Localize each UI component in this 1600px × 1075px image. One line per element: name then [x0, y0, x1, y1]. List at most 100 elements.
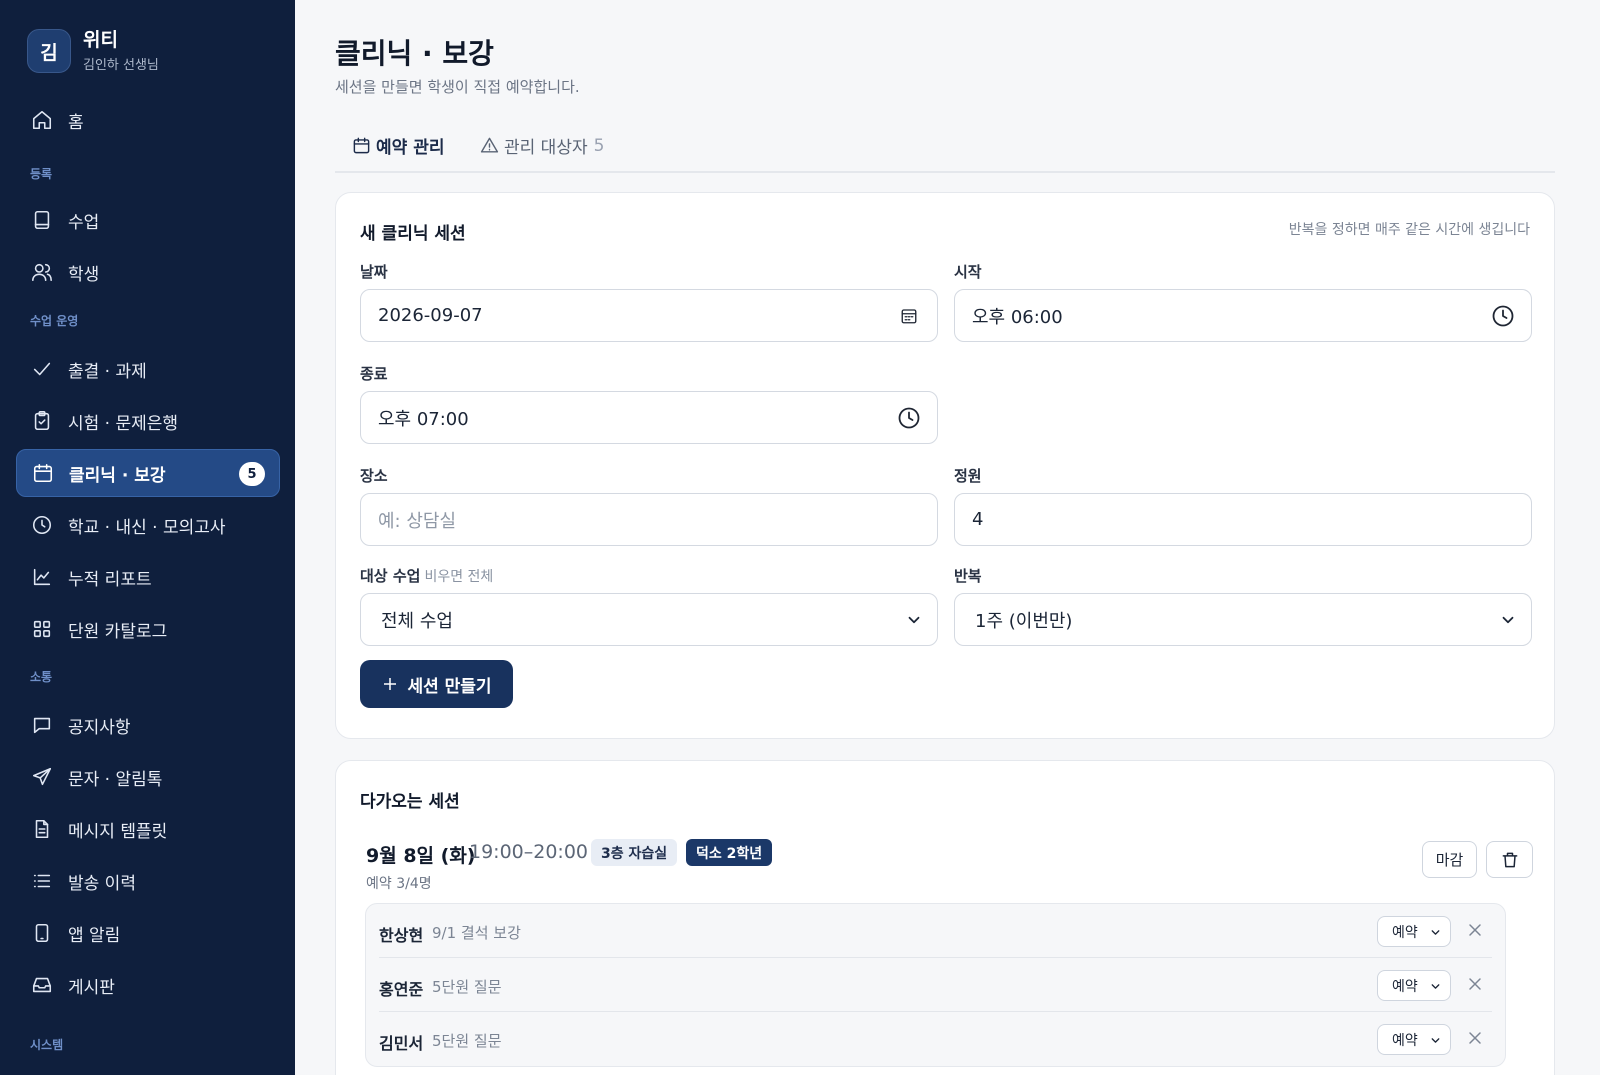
target-class-select[interactable]: 전체 수업	[360, 593, 938, 646]
place-placeholder: 예: 상담실	[378, 510, 457, 532]
sidebar-item-label: 발송 이력	[68, 873, 136, 894]
remove-booking-icon[interactable]	[1465, 974, 1485, 994]
sidebar-item-label: 출결 · 과제	[68, 361, 147, 382]
sidebar-item-label: 시험 · 문제은행	[68, 413, 179, 434]
sidebar-item-notices[interactable]: 공지사항	[16, 701, 280, 749]
tab-label: 관리 대상자	[504, 138, 588, 158]
booking-status-value: 예약	[1392, 924, 1418, 941]
sidebar-item-label: 문자 · 알림톡	[68, 769, 163, 790]
remove-booking-icon[interactable]	[1465, 920, 1485, 940]
create-session-label: 세션 만들기	[407, 676, 492, 697]
tab-bookings[interactable]: 예약 관리	[352, 133, 444, 158]
notification-badge: 5	[239, 462, 265, 486]
sidebar-item-board[interactable]: 게시판	[16, 961, 280, 1009]
close-session-button[interactable]: 마감	[1422, 841, 1477, 878]
sidebar-item-label: 메시지 템플릿	[68, 821, 168, 842]
avatar[interactable]: 김	[27, 29, 71, 73]
clock-icon[interactable]	[1491, 304, 1515, 328]
end-label: 종료	[360, 365, 388, 383]
sidebar-item-templates[interactable]: 메시지 템플릿	[16, 805, 280, 853]
booking-status-value: 예약	[1392, 978, 1418, 995]
card-hint: 반복을 정하면 매주 같은 시간에 생깁니다	[1288, 222, 1530, 238]
end-time-field[interactable]: 오후 07:00	[360, 391, 938, 444]
clipboard-icon	[30, 409, 54, 433]
section-label-register: 등록	[30, 167, 53, 181]
message-square-icon	[30, 713, 54, 737]
capacity-value: 4	[972, 509, 984, 530]
target-class-value: 전체 수업	[381, 610, 453, 632]
card-title: 다가오는 세션	[360, 792, 460, 812]
sidebar-item-catalog[interactable]: 단원 카탈로그	[16, 605, 280, 653]
grid-icon	[30, 617, 54, 641]
create-session-button[interactable]: 세션 만들기	[360, 660, 513, 708]
main-content: 클리닉 · 보강 세션을 만들면 학생이 직접 예약합니다. 예약 관리 관리 …	[295, 0, 1600, 1075]
sidebar-item-attendance[interactable]: 출결 · 과제	[16, 345, 280, 393]
sidebar-item-label: 학교 · 내신 · 모의고사	[68, 517, 226, 538]
tab-bar: 예약 관리 관리 대상자 5	[335, 120, 1555, 173]
booking-list: 한상현 9/1 결석 보강 예약 홍연준 5단원 질문 예약 김민서 5단원 질…	[365, 903, 1506, 1067]
repeat-select[interactable]: 1주 (이번만)	[954, 593, 1532, 646]
capacity-label: 정원	[954, 467, 982, 485]
sidebar-item-history[interactable]: 발송 이력	[16, 857, 280, 905]
clock-icon[interactable]	[897, 406, 921, 430]
student-name: 김민서	[379, 1034, 424, 1053]
target-class-label: 대상 수업 비우면 전체	[360, 567, 494, 585]
calendar-icon[interactable]	[897, 304, 921, 328]
booking-status-select[interactable]: 예약	[1377, 1024, 1451, 1055]
sidebar-item-sms[interactable]: 문자 · 알림톡	[16, 753, 280, 801]
tab-count: 5	[593, 135, 605, 156]
booking-status-select[interactable]: 예약	[1377, 916, 1451, 947]
list-icon	[30, 869, 54, 893]
booking-note: 5단원 질문	[432, 1032, 502, 1050]
section-label-communication: 소통	[30, 670, 53, 684]
chevron-down-icon	[1431, 1038, 1440, 1043]
tab-watchlist[interactable]: 관리 대상자 5	[480, 133, 604, 158]
date-field[interactable]: 2026-09-07	[360, 289, 938, 342]
new-session-card: 새 클리닉 세션 반복을 정하면 매주 같은 시간에 생깁니다 날짜 2026-…	[335, 192, 1555, 739]
list-item: 한상현 9/1 결석 보강 예약	[366, 904, 1505, 957]
sidebar-item-students[interactable]: 학생	[16, 248, 280, 296]
sidebar-item-report[interactable]: 누적 리포트	[16, 553, 280, 601]
sidebar-item-clinic[interactable]: 클리닉 · 보강 5	[16, 449, 280, 497]
start-label: 시작	[954, 263, 982, 281]
sidebar-item-label: 공지사항	[68, 717, 131, 738]
sidebar-item-classes[interactable]: 수업	[16, 196, 280, 244]
book-icon	[30, 208, 54, 232]
sidebar-item-school[interactable]: 학교 · 내신 · 모의고사	[16, 501, 280, 549]
upcoming-sessions-card: 다가오는 세션 9월 8일 (화) 19:00–20:00 3층 자습실 덕소 …	[335, 760, 1555, 1075]
class-tag: 덕소 2학년	[686, 839, 773, 866]
brand-subtitle: 김인하 선생님	[83, 58, 159, 73]
booking-note: 9/1 결석 보강	[432, 924, 521, 942]
chevron-down-icon	[1499, 611, 1517, 629]
sidebar-item-label: 학생	[68, 264, 100, 285]
session-time: 19:00–20:00	[469, 841, 589, 863]
sidebar-item-label: 클리닉 · 보강	[69, 465, 166, 486]
page-title: 클리닉 · 보강	[335, 37, 494, 70]
alert-triangle-icon	[480, 137, 499, 153]
sidebar-item-label: 앱 알림	[68, 925, 121, 946]
sidebar-item-exams[interactable]: 시험 · 문제은행	[16, 397, 280, 445]
chevron-down-icon	[1431, 930, 1440, 935]
chart-line-icon	[30, 565, 54, 589]
tab-label: 예약 관리	[376, 138, 445, 158]
calendar-icon	[353, 137, 370, 154]
booking-status-select[interactable]: 예약	[1377, 970, 1451, 1001]
repeat-label: 반복	[954, 567, 982, 585]
sidebar-item-app-alerts[interactable]: 앱 알림	[16, 909, 280, 957]
booking-note: 5단원 질문	[432, 978, 502, 996]
place-input[interactable]: 예: 상담실	[360, 493, 938, 546]
repeat-value: 1주 (이번만)	[975, 610, 1073, 632]
inbox-icon	[30, 973, 54, 997]
sidebar-item-home[interactable]: 홈	[16, 96, 280, 144]
plus-icon	[384, 678, 397, 690]
users-icon	[30, 260, 54, 284]
student-name: 한상현	[379, 926, 424, 945]
start-time-field[interactable]: 오후 06:00	[954, 289, 1532, 342]
chevron-down-icon	[905, 611, 923, 629]
delete-session-button[interactable]	[1486, 841, 1533, 878]
capacity-input[interactable]: 4	[954, 493, 1532, 546]
calendar-icon	[31, 461, 55, 485]
remove-booking-icon[interactable]	[1465, 1028, 1485, 1048]
sidebar: 김 위티 김인하 선생님 홈 등록 수업 학생 수업 운영 출결 · 과제 시험…	[0, 0, 295, 1075]
file-text-icon	[30, 817, 54, 841]
